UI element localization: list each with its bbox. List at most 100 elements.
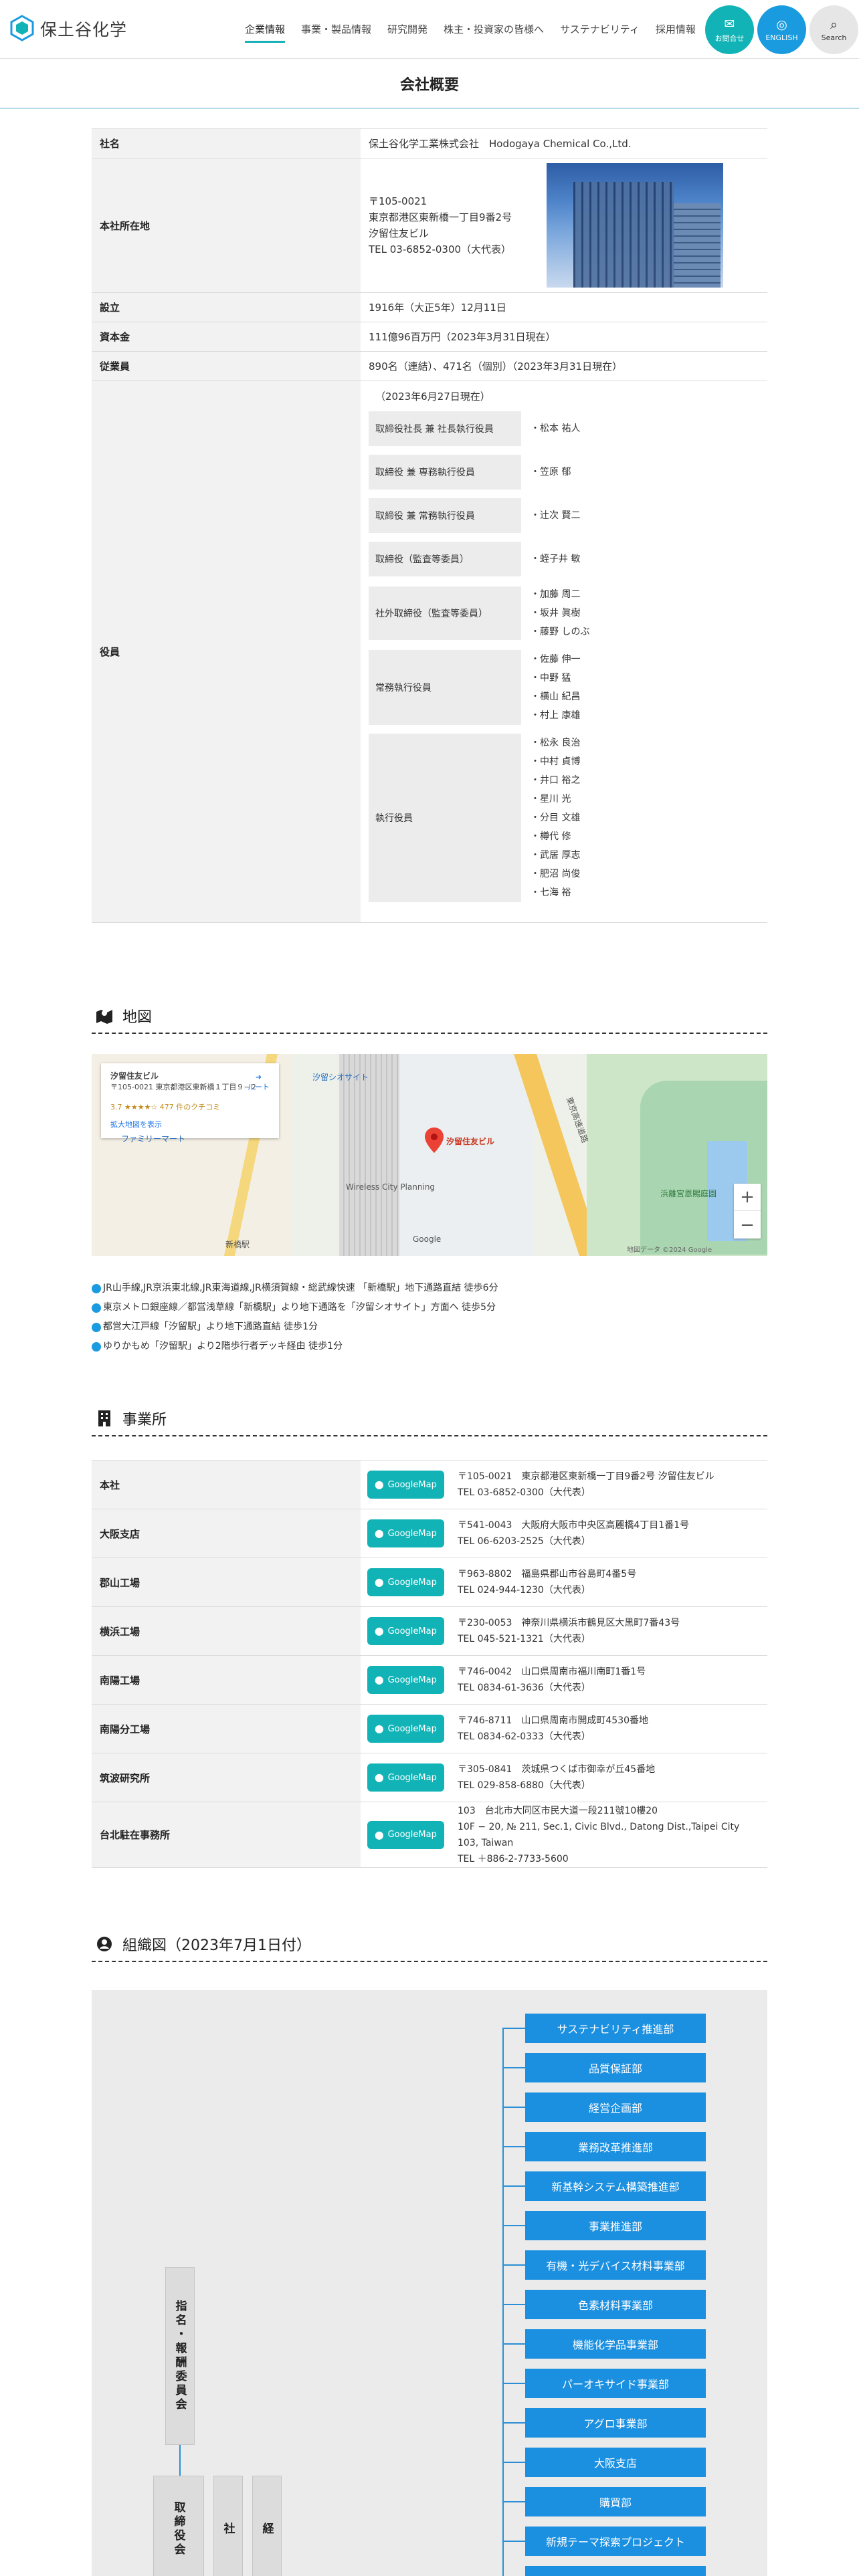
building-icon — [96, 1410, 113, 1427]
table-row: 社名 保土谷化学工業株式会社 Hodogaya Chemical Co.,Ltd… — [92, 128, 767, 158]
english-label: ENGLISH — [765, 33, 798, 42]
officer-title: 常務執行役員 — [369, 650, 521, 725]
officer-row: 取締役社長 兼 社長執行役員 ・松本 祐人 — [369, 411, 767, 446]
map-marker-icon[interactable] — [425, 1128, 444, 1153]
map-place-card: 汐留住友ビル 〒105-0021 東京都港区東新橋１丁目９−２ 3.7 ★★★★… — [101, 1063, 279, 1138]
nav-sustainability[interactable]: サステナビリティ — [560, 22, 640, 43]
org-section-title: 組織図（2023年7月1日付） — [122, 1937, 311, 1954]
org-chart: サステナビリティ推進部 品質保証部 経営企画部 業務改革推進部 新基幹システム構… — [92, 1990, 767, 2576]
org-department: 大阪支店 — [502, 2448, 706, 2477]
table-row: 南陽分工場 ⬤ GoogleMap 〒746-8711 山口県周南市開成町4530… — [92, 1704, 767, 1753]
bullet-icon — [92, 1303, 101, 1313]
site-logo[interactable]: 保土谷化学 — [9, 15, 127, 43]
global-nav: 企業情報 事業・製品情報 研究開発 株主・投資家の皆様へ サステナビリティ 採用… — [245, 22, 712, 43]
officer-title: 取締役（監査等委員） — [369, 542, 521, 576]
list-item: 東京メトロ銀座線／都営浅草線「新橋駅」より地下通路を「汐留シオサイト」方面へ 徒… — [92, 1298, 767, 1317]
org-department: 品質保証部 — [502, 2053, 706, 2082]
map-route-button[interactable]: ➜ ルート — [248, 1073, 270, 1092]
org-department: 新規テーマ探索プロジェクト — [502, 2527, 706, 2556]
zoom-out-button[interactable]: − — [734, 1211, 761, 1239]
map-pin-icon: ⬤ — [375, 1773, 384, 1782]
officers-list: （2023年6月27日現在） 取締役社長 兼 社長執行役員 ・松本 祐人 取締役… — [369, 381, 767, 922]
bullet-icon — [92, 1283, 101, 1293]
page-title-bar: 会社概要 — [0, 60, 859, 109]
googlemap-button[interactable]: ⬤ GoogleMap — [367, 1471, 444, 1499]
map-place-name: 汐留住友ビル — [110, 1071, 159, 1081]
officer-title: 執行役員 — [369, 734, 521, 902]
map-zoom-control: + − — [734, 1184, 761, 1239]
address-value: 〒105-0021 東京都港区東新橋一丁目9番2号 汐留住友ビル TEL 03-… — [369, 195, 512, 255]
officers-label: 役員 — [92, 381, 361, 923]
officer-row: 取締役（監査等委員） ・蛭子井 敏 — [369, 542, 767, 576]
headquarters-photo — [547, 163, 723, 288]
offices-section-heading: 事業所 — [92, 1402, 767, 1436]
bullet-icon — [92, 1341, 101, 1352]
google-map[interactable]: 汐留住友ビル 〒105-0021 東京都港区東新橋１丁目９−２ 3.7 ★★★★… — [92, 1054, 767, 1256]
name-label: 社名 — [92, 128, 361, 158]
googlemap-button[interactable]: ⬤ GoogleMap — [367, 1617, 444, 1645]
googlemap-button[interactable]: ⬤ GoogleMap — [367, 1820, 444, 1849]
map-enlarge-link[interactable]: 拡大地図を表示 — [110, 1119, 270, 1130]
nav-rnd[interactable]: 研究開発 — [387, 22, 427, 43]
capital-label: 資本金 — [92, 322, 361, 352]
org-department: アグロ事業部 — [502, 2408, 706, 2438]
table-row: 資本金 111億96百万円（2023年3月31日現在） — [92, 322, 767, 352]
googlemap-button[interactable]: ⬤ GoogleMap — [367, 1763, 444, 1792]
googlemap-button[interactable]: ⬤ GoogleMap — [367, 1666, 444, 1694]
officer-title: 取締役 兼 常務執行役員 — [369, 498, 521, 533]
map-pin-icon: ⬤ — [375, 1626, 384, 1636]
english-button[interactable]: ◎ ENGLISH — [757, 5, 806, 54]
name-value: 保土谷化学工業株式会社 Hodogaya Chemical Co.,Ltd. — [361, 128, 767, 158]
user-circle-icon — [96, 1935, 113, 1953]
org-department: パーオキサイド事業部 — [502, 2369, 706, 2398]
table-row: 郡山工場 ⬤ GoogleMap 〒963-8802 福島県郡山市谷島町4番5号 T… — [92, 1558, 767, 1607]
employees-value: 890名（連結）、471名（個別）（2023年3月31日現在） — [361, 351, 767, 381]
map-pin-icon: ⬤ — [375, 1480, 384, 1489]
map-pin-icon: ⬤ — [375, 1830, 384, 1840]
org-department: 事業推進部 — [502, 2211, 706, 2240]
org-box: 経 — [252, 2476, 282, 2576]
founded-value: 1916年（大正5年）12月11日 — [361, 292, 767, 322]
table-row: 本社所在地 〒105-0021 東京都港区東新橋一丁目9番2号 汐留住友ビル T… — [92, 158, 767, 293]
table-row: 横浜工場 ⬤ GoogleMap 〒230-0053 神奈川県横浜市鶴見区大黒町7… — [92, 1606, 767, 1656]
map-section-title: 地図 — [122, 1009, 153, 1026]
org-department: 購買部 — [502, 2487, 706, 2516]
googlemap-button[interactable]: ⬤ GoogleMap — [367, 1519, 444, 1547]
table-row: 設立 1916年（大正5年）12月11日 — [92, 292, 767, 322]
search-label: Search — [821, 33, 847, 42]
map-place-rating: 3.7 ★★★★☆ 477 件のクチコミ — [110, 1103, 221, 1111]
officers-date: （2023年6月27日現在） — [375, 391, 490, 403]
map-pin-label: 汐留住友ビル — [446, 1137, 495, 1146]
table-row: 本社 ⬤ GoogleMap 〒105-0021 東京都港区東新橋一丁目9番2号 … — [92, 1460, 767, 1509]
googlemap-button[interactable]: ⬤ GoogleMap — [367, 1568, 444, 1596]
employees-label: 従業員 — [92, 351, 361, 381]
site-header: 保土谷化学 企業情報 事業・製品情報 研究開発 株主・投資家の皆様へ サステナビ… — [0, 0, 859, 59]
org-department: サステナビリティ推進部 — [502, 2014, 706, 2043]
nav-company[interactable]: 企業情報 — [245, 22, 286, 43]
contact-button[interactable]: ✉ お問合せ — [705, 5, 754, 54]
map-place-address: 〒105-0021 東京都港区東新橋１丁目９−２ — [110, 1083, 258, 1091]
nav-ir[interactable]: 株主・投資家の皆様へ — [444, 22, 544, 43]
map-section-heading: 地図 — [92, 999, 767, 1034]
page-title: 会社概要 — [399, 77, 459, 94]
org-section-heading: 組織図（2023年7月1日付） — [92, 1927, 767, 1962]
table-row: 台北駐在事務所 ⬤ GoogleMap 103 台北市大同区市民大道一段211號1… — [92, 1802, 767, 1868]
zoom-in-button[interactable]: + — [734, 1184, 761, 1211]
org-department: 有機・光デバイス材料事業部 — [502, 2250, 706, 2280]
nav-recruit[interactable]: 採用情報 — [656, 22, 696, 43]
googlemap-button[interactable]: ⬤ GoogleMap — [367, 1715, 444, 1743]
company-overview-table: 社名 保土谷化学工業株式会社 Hodogaya Chemical Co.,Ltd… — [92, 128, 767, 923]
map-pin-icon: ⬤ — [375, 1529, 384, 1538]
globe-icon: ◎ — [776, 17, 787, 32]
officer-row: 社外取締役（監査等委員） ・加藤 周二 ・坂井 眞樹 ・藤野 しのぶ — [369, 585, 767, 641]
map-copyright: 地図データ ©2024 Google — [627, 1247, 712, 1254]
list-item: ゆりかもめ「汐留駅」より2階歩行者デッキ経由 徒歩1分 — [92, 1337, 767, 1356]
table-row: 従業員 890名（連結）、471名（個別）（2023年3月31日現在） — [92, 351, 767, 381]
org-department: 色素材料事業部 — [502, 2290, 706, 2319]
org-department: 新基幹システム構築推進部 — [502, 2171, 706, 2201]
nav-business[interactable]: 事業・製品情報 — [301, 22, 371, 43]
search-button[interactable]: ⌕ Search — [809, 5, 858, 54]
table-row: 南陽工場 ⬤ GoogleMap 〒746-0042 山口県周南市福川南町1番1号… — [92, 1655, 767, 1705]
org-committee: 指名・報酬委員会 — [165, 2267, 195, 2445]
offices-section-title: 事業所 — [122, 1412, 167, 1428]
